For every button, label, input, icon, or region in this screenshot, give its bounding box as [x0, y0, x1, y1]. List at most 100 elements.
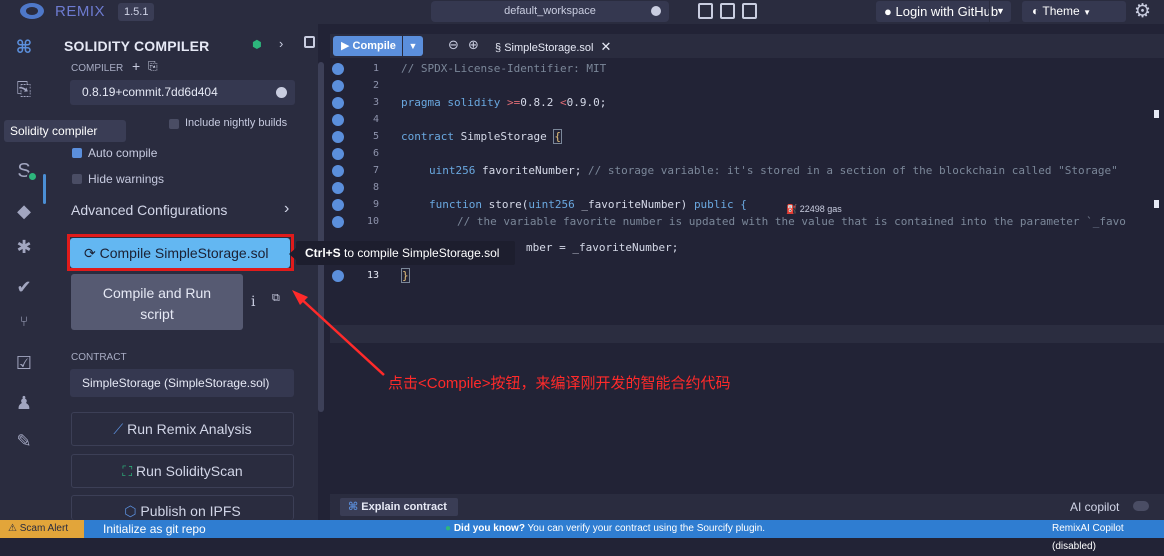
zoom-in-icon[interactable]: ⊕	[468, 37, 479, 53]
nightly-checkbox[interactable]	[169, 119, 179, 129]
copilot-status[interactable]: RemixAI Copilot (disabled)	[1052, 520, 1164, 556]
editor-bottom-bar: ⌘ Explain contract AI copilot	[330, 494, 1164, 520]
file-tab[interactable]: § SimpleStorage.sol ✕	[495, 39, 611, 55]
file-tab-label: SimpleStorage.sol	[504, 42, 594, 54]
analysis-icon[interactable]: ☑	[13, 352, 35, 374]
play-icon: ▶	[341, 40, 350, 52]
chart-line-icon: ⟋	[113, 421, 124, 437]
gutter-marker[interactable]	[332, 97, 344, 109]
learn-icon[interactable]: ♟	[13, 392, 35, 414]
code-number: 0.8.2	[520, 96, 560, 109]
gutter-marker[interactable]	[332, 114, 344, 126]
code-bracket: {	[553, 129, 562, 144]
did-you-know[interactable]: ● Did you know? You can verify your cont…	[445, 520, 765, 538]
info-icon[interactable]: i	[251, 294, 255, 310]
publish-ipfs-button[interactable]: ⬡ Publish on IPFS	[71, 495, 294, 520]
layout-bottom-panel-icon[interactable]	[720, 3, 735, 19]
layout-left-panel-icon[interactable]	[698, 3, 713, 19]
solidity-file-icon: §	[495, 42, 502, 54]
compiler-panel: SOLIDITY COMPILER ⬢ › COMPILER + ⎘ 0.8.1…	[48, 24, 324, 520]
remix-home-icon[interactable]: ⌘	[13, 36, 35, 58]
chevron-right-icon[interactable]: ›	[279, 36, 283, 51]
plugin-manager-icon[interactable]: ✎	[13, 430, 35, 452]
code-editor[interactable]: 1 2 3 4 5 6 7 8 9 10 13 // SPDX-License-…	[330, 58, 1164, 494]
gutter-marker[interactable]	[332, 148, 344, 160]
annotation-text: 点击<Compile>按钮，来编译刚开发的智能合约代码	[388, 375, 731, 392]
code-line-9: function store(uint256 _favoriteNumber) …	[429, 198, 747, 211]
ipfs-icon: ⬡	[124, 503, 137, 519]
gutter-marker[interactable]	[332, 182, 344, 194]
plus-icon[interactable]: +	[132, 58, 140, 74]
file-explorer-icon[interactable]: ⎘	[13, 78, 35, 100]
code-operator: <	[559, 96, 567, 109]
dyk-heading: Did you know?	[453, 523, 525, 534]
run-remix-analysis-button[interactable]: ⟋ Run Remix Analysis	[71, 412, 294, 446]
compiler-version-select[interactable]: 0.8.19+commit.7dd6d404	[70, 80, 295, 105]
compile-dropdown[interactable]: ▼	[403, 36, 423, 56]
gutter-marker[interactable]	[332, 270, 344, 282]
gutter-marker[interactable]	[332, 80, 344, 92]
layout-right-panel-icon[interactable]	[742, 3, 757, 19]
code-text: mber = _favoriteNumber;	[526, 241, 679, 254]
deploy-icon[interactable]: ◆	[13, 200, 35, 222]
hide-warnings-checkbox[interactable]	[72, 174, 82, 184]
line-number: 8	[372, 182, 379, 193]
editor-compile-button[interactable]: ▶ Compile	[333, 36, 402, 56]
shield-icon[interactable]: ⬢	[252, 38, 262, 51]
code-comment: // SPDX-License-Identifier: MIT	[401, 62, 607, 75]
gutter-marker[interactable]	[332, 216, 344, 228]
run-remix-analysis-label: Run Remix Analysis	[127, 421, 252, 437]
pin-panel-icon[interactable]	[304, 36, 315, 48]
compiler-version: 0.8.19+commit.7dd6d404	[82, 85, 218, 99]
workspace-select[interactable]: default_workspace	[431, 1, 669, 22]
debugger-icon[interactable]: ✱	[13, 236, 35, 258]
editor-tab-bar: ▶ Compile ▼ ⊖ ⊕ § SimpleStorage.sol ✕	[330, 34, 1164, 58]
code-keyword: uint256	[429, 164, 482, 177]
panel-title: SOLIDITY COMPILER	[64, 38, 210, 54]
theme-label: Theme	[1042, 4, 1080, 18]
ai-copilot-toggle[interactable]	[1133, 501, 1149, 511]
gutter-marker[interactable]	[332, 131, 344, 143]
panel-scrollbar[interactable]	[318, 62, 324, 412]
chevron-right-icon[interactable]: ›	[284, 200, 289, 218]
load-compiler-icon[interactable]: ⎘	[148, 59, 158, 74]
gutter-marker[interactable]	[332, 165, 344, 177]
code-line-10: // the variable favorite number is updat…	[457, 215, 1126, 228]
nightly-label: Include nightly builds	[185, 117, 288, 129]
compile-run-line2: script	[140, 306, 174, 322]
explain-contract-button[interactable]: ⌘ Explain contract	[340, 498, 458, 516]
scam-alert-button[interactable]: ⚠ Scam Alert	[0, 520, 84, 538]
line-number: 5	[372, 131, 379, 142]
code-bracket: }	[401, 268, 410, 283]
run-solidityscan-button[interactable]: ⛶ Run SolidityScan	[71, 454, 294, 488]
chevron-down-icon	[651, 6, 661, 16]
init-git-button[interactable]: Initialize as git repo	[103, 520, 206, 538]
chevron-down-icon[interactable]: ▼	[989, 1, 1011, 22]
code-text: ;	[599, 96, 607, 109]
line-number: 9	[372, 199, 379, 210]
gear-icon[interactable]: ⚙	[1134, 0, 1151, 23]
gas-estimate: ⛽ 22498 gas	[786, 204, 842, 215]
publish-ipfs-label: Publish on IPFS	[140, 503, 241, 519]
gutter-marker[interactable]	[332, 199, 344, 211]
hide-warnings-label: Hide warnings	[88, 172, 165, 186]
test-icon[interactable]: ✔	[13, 276, 35, 298]
advanced-config-label[interactable]: Advanced Configurations	[71, 202, 227, 218]
copy-icon[interactable]: ⧉	[272, 292, 280, 305]
git-icon[interactable]: ⑂	[13, 310, 35, 332]
auto-compile-checkbox[interactable]	[72, 148, 82, 158]
auto-compile-label: Auto compile	[88, 146, 158, 160]
contract-select[interactable]: SimpleStorage (SimpleStorage.sol)	[70, 369, 294, 397]
gutter-marker[interactable]	[332, 63, 344, 75]
theme-icon: ◐	[1032, 4, 1040, 18]
remix-logo-icon[interactable]	[18, 1, 46, 21]
close-icon[interactable]: ✕	[601, 39, 612, 54]
icon-tooltip: Solidity compiler	[4, 120, 126, 142]
line-number: 1	[372, 63, 379, 74]
tooltip-arrow	[289, 248, 296, 260]
login-github-button[interactable]: ● Login with GitHub ▼	[876, 1, 1011, 22]
solidity-compiler-icon[interactable]: S	[13, 160, 38, 182]
compile-and-run-button[interactable]: Compile and Run script	[71, 274, 243, 330]
zoom-out-icon[interactable]: ⊖	[448, 37, 459, 53]
theme-button[interactable]: ◐ Theme ▼	[1022, 1, 1126, 22]
